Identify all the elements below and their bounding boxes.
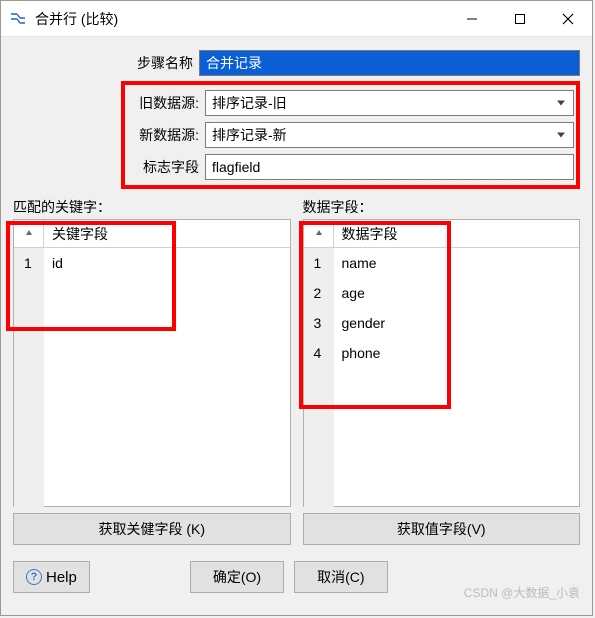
- row-value[interactable]: age: [334, 285, 580, 301]
- new-source-select[interactable]: 排序记录-新: [205, 122, 574, 148]
- row-value[interactable]: id: [44, 255, 290, 271]
- help-button[interactable]: ? Help: [13, 561, 90, 593]
- data-table-body: 1 name 2 age 3 gender 4: [304, 248, 580, 508]
- step-name-row: 步骤名称: [13, 47, 580, 79]
- row-gutter: [14, 278, 44, 508]
- flag-field-input[interactable]: [205, 154, 574, 180]
- key-table-body: 1 id: [14, 248, 290, 508]
- key-col-field[interactable]: 关键字段: [44, 220, 290, 247]
- dialog-footer: ? Help 确定(O) 取消(C): [1, 553, 592, 597]
- row-value[interactable]: gender: [334, 315, 580, 331]
- window-title: 合并行 (比较): [35, 9, 118, 29]
- ok-button[interactable]: 确定(O): [190, 561, 284, 593]
- data-col-num[interactable]: #: [304, 220, 334, 247]
- row-value[interactable]: phone: [334, 345, 580, 361]
- new-source-row: 新数据源: 排序记录-新: [127, 119, 574, 151]
- step-name-label: 步骤名称: [13, 53, 199, 73]
- dialog-window: 合并行 (比较) 步骤名称 旧数据源: 排序记录-旧: [0, 0, 593, 616]
- row-gutter: [304, 368, 334, 508]
- table-row[interactable]: 4 phone: [304, 338, 580, 368]
- minimize-button[interactable]: [448, 1, 496, 37]
- old-source-label: 旧数据源:: [127, 93, 205, 113]
- step-name-input[interactable]: [199, 50, 580, 76]
- row-index: 3: [304, 308, 334, 338]
- window-controls: [448, 1, 592, 36]
- content-area: 步骤名称 旧数据源: 排序记录-旧 新数据源: 排序记录-新 标志字段: [1, 37, 592, 553]
- titlebar[interactable]: 合并行 (比较): [1, 1, 592, 37]
- app-icon: [9, 10, 27, 28]
- flag-field-label: 标志字段: [127, 157, 205, 177]
- key-table-header: # 关键字段: [14, 220, 290, 248]
- panels: 匹配的关键字： # 关键字段 1 id: [13, 197, 580, 545]
- key-panel: 匹配的关键字： # 关键字段 1 id: [13, 197, 291, 545]
- new-source-label: 新数据源:: [127, 125, 205, 145]
- data-table-header: # 数据字段: [304, 220, 580, 248]
- flag-field-row: 标志字段: [127, 151, 574, 183]
- row-index: 1: [14, 248, 44, 278]
- help-icon: ?: [26, 569, 42, 585]
- table-row[interactable]: 1 name: [304, 248, 580, 278]
- key-col-num[interactable]: #: [14, 220, 44, 247]
- table-row[interactable]: 2 age: [304, 278, 580, 308]
- old-source-value: 排序记录-旧: [212, 95, 287, 111]
- row-value[interactable]: name: [334, 255, 580, 271]
- row-index: 4: [304, 338, 334, 368]
- chevron-down-icon: [557, 133, 565, 138]
- row-index: 2: [304, 278, 334, 308]
- key-table[interactable]: # 关键字段 1 id: [13, 219, 291, 507]
- data-col-field[interactable]: 数据字段: [334, 220, 580, 247]
- table-row[interactable]: 3 gender: [304, 308, 580, 338]
- old-source-row: 旧数据源: 排序记录-旧: [127, 87, 574, 119]
- maximize-button[interactable]: [496, 1, 544, 37]
- data-table[interactable]: # 数据字段 1 name 2 age 3: [303, 219, 581, 507]
- row-index: 1: [304, 248, 334, 278]
- data-panel: 数据字段： # 数据字段 1 name 2 age: [303, 197, 581, 545]
- help-label: Help: [46, 569, 77, 586]
- key-panel-title: 匹配的关键字：: [13, 197, 291, 219]
- source-settings-group: 旧数据源: 排序记录-旧 新数据源: 排序记录-新 标志字段: [121, 81, 580, 189]
- new-source-value: 排序记录-新: [212, 127, 287, 143]
- get-key-fields-button[interactable]: 获取关健字段 (K): [13, 513, 291, 545]
- table-row[interactable]: 1 id: [14, 248, 290, 278]
- chevron-down-icon: [557, 101, 565, 106]
- close-button[interactable]: [544, 1, 592, 37]
- get-value-fields-button[interactable]: 获取值字段(V): [303, 513, 581, 545]
- data-panel-title: 数据字段：: [303, 197, 581, 219]
- old-source-select[interactable]: 排序记录-旧: [205, 90, 574, 116]
- cancel-button[interactable]: 取消(C): [294, 561, 387, 593]
